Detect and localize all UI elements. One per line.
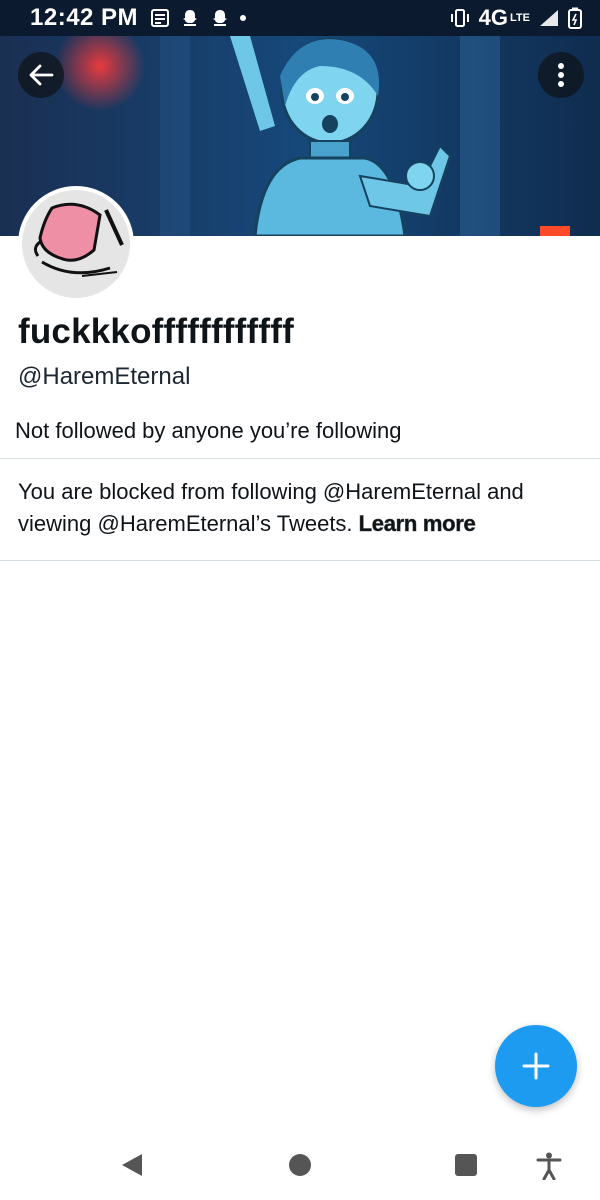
learn-more-link[interactable]: Learn more [358, 511, 476, 537]
followed-by-text: Not followed by anyone you’re following [15, 418, 402, 443]
status-bar: 12:42 PM 4G LTE [0, 0, 600, 36]
more-vertical-icon [558, 63, 564, 87]
home-circle-icon [289, 1154, 311, 1176]
status-left: 12:42 PM [30, 4, 247, 32]
nav-back-button[interactable] [120, 1152, 144, 1183]
avatar-image [22, 190, 130, 298]
nav-recents-button[interactable] [454, 1152, 478, 1183]
signal-icon [540, 10, 558, 26]
divider [0, 560, 600, 561]
system-nav-bar [0, 1130, 600, 1200]
plus-icon [522, 1052, 550, 1080]
back-button[interactable] [18, 52, 64, 98]
display-name: fuckkkoffffffffffff [18, 312, 294, 351]
snapchat-icon [183, 10, 198, 26]
dot-icon [240, 15, 247, 21]
status-time: 12:42 PM [30, 4, 139, 31]
nav-home-button[interactable] [288, 1152, 312, 1183]
news-icon [151, 9, 170, 27]
compose-tweet-button[interactable] [495, 1025, 577, 1107]
avatar-drawing [22, 190, 130, 298]
arrow-left-icon [29, 64, 54, 86]
battery-icon [568, 7, 582, 29]
snapchat-icon [213, 10, 228, 26]
status-right: 4G LTE [449, 5, 582, 31]
more-options-button[interactable] [538, 52, 584, 98]
back-triangle-icon [122, 1154, 142, 1176]
accessibility-icon [536, 1152, 562, 1181]
avatar[interactable] [18, 186, 134, 302]
vibrate-icon [450, 9, 469, 27]
blocked-notice: You are blocked from following @HaremEte… [18, 476, 583, 540]
network-type: 4G [478, 5, 509, 30]
divider [0, 458, 600, 459]
recents-square-icon [455, 1154, 477, 1176]
network-sub: LTE [510, 11, 530, 24]
nav-accessibility-button[interactable] [536, 1152, 562, 1185]
notification-icons [150, 8, 247, 28]
profile-handle: @HaremEternal [18, 363, 191, 390]
